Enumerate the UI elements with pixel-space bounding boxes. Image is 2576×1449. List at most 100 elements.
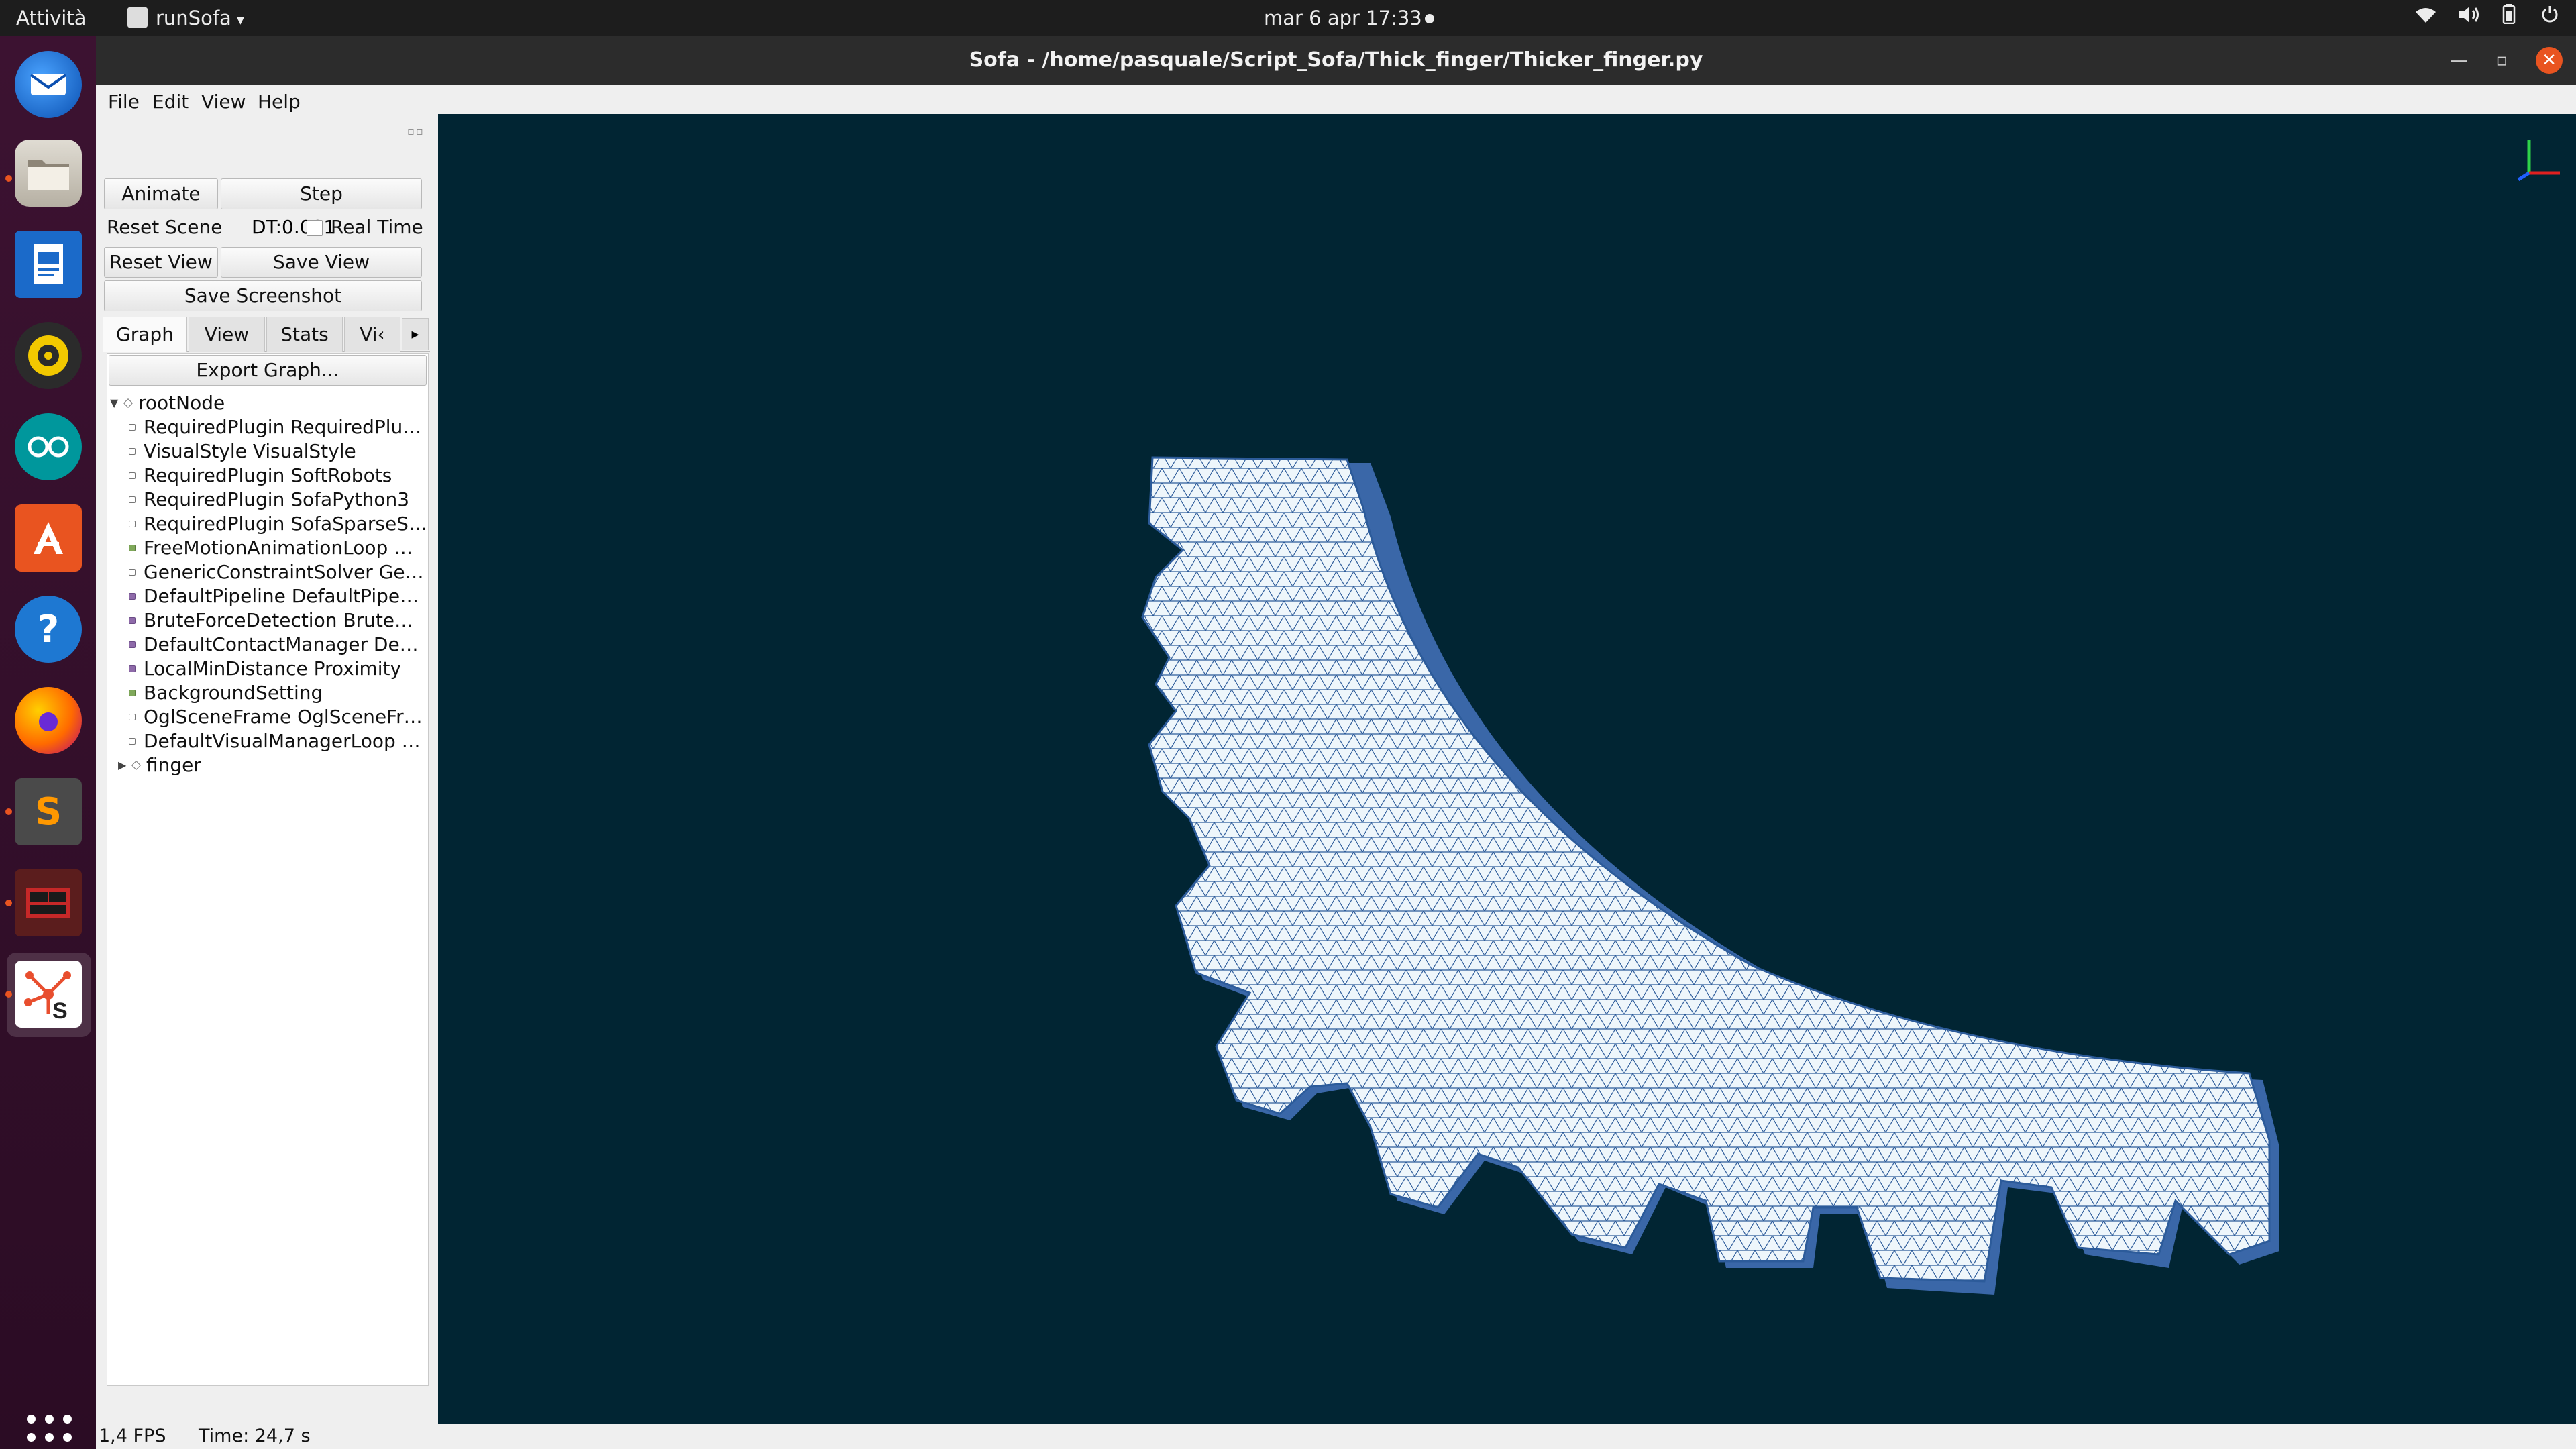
- tree-item[interactable]: BruteForceDetection Brute…: [107, 608, 428, 633]
- axis-gizmo-icon: [2517, 140, 2560, 181]
- tree-item-label: RequiredPlugin SofaPython3: [144, 488, 410, 511]
- tree-item[interactable]: RequiredPlugin RequiredPlu…: [107, 415, 428, 439]
- node-icon: [123, 398, 133, 409]
- show-applications-icon[interactable]: [27, 1415, 72, 1449]
- title-bar[interactable]: Sofa - /home/pasquale/Script_Sofa/Thick_…: [96, 36, 2576, 85]
- component-icon: [129, 714, 136, 720]
- notification-dot: [1425, 14, 1434, 23]
- save-screenshot-button[interactable]: Save Screenshot: [104, 280, 422, 311]
- node-icon: [131, 760, 142, 771]
- fps-readout: 1,4 FPS: [99, 1426, 166, 1446]
- top-bar: Attività runSofa ▾ mar 6 apr 17:33: [0, 0, 2576, 36]
- tree-item[interactable]: DefaultPipeline DefaultPipe…: [107, 584, 428, 608]
- tree-root-node[interactable]: ▼ rootNode: [107, 391, 428, 415]
- component-icon: [129, 448, 136, 455]
- tree-item-label: DefaultVisualManagerLoop …: [144, 730, 421, 752]
- tree-child-node[interactable]: ▶ finger: [107, 753, 428, 777]
- clock[interactable]: mar 6 apr 17:33: [1264, 0, 1422, 36]
- menu-view[interactable]: View: [201, 91, 246, 113]
- status-bar: 1,4 FPS Time: 24,7 s: [96, 1424, 2576, 1449]
- real-time-checkbox[interactable]: [307, 220, 323, 236]
- app-menu-label: runSofa: [156, 7, 231, 30]
- minimize-icon[interactable]: —: [2450, 36, 2467, 85]
- tree-item-label: RequiredPlugin RequiredPlu…: [144, 416, 422, 438]
- activities-button[interactable]: Attività: [16, 0, 87, 36]
- menu-edit[interactable]: Edit: [152, 91, 189, 113]
- window-title: Sofa - /home/pasquale/Script_Sofa/Thick_…: [969, 48, 1703, 72]
- tree-item-label: BruteForceDetection Brute…: [144, 609, 414, 631]
- tree-item[interactable]: RequiredPlugin SofaPython3: [107, 488, 428, 512]
- firefox-icon[interactable]: [15, 687, 82, 754]
- dock: ? S S: [0, 36, 96, 1449]
- tree-item[interactable]: LocalMinDistance Proximity: [107, 657, 428, 681]
- export-graph-button[interactable]: Export Graph...: [109, 355, 427, 386]
- component-icon: [129, 593, 136, 600]
- tree-item[interactable]: FreeMotionAnimationLoop …: [107, 536, 428, 560]
- tree-item[interactable]: VisualStyle VisualStyle: [107, 439, 428, 464]
- help-icon[interactable]: ?: [15, 596, 82, 663]
- power-menu-icon: [2540, 6, 2560, 29]
- component-icon: [129, 569, 136, 576]
- tree-item[interactable]: RequiredPlugin SofaSparseS…: [107, 512, 428, 536]
- app-menu[interactable]: runSofa ▾: [127, 0, 244, 36]
- maximize-icon[interactable]: ▫: [2496, 36, 2508, 85]
- tab-more[interactable]: Vi‹: [344, 317, 400, 352]
- sofa-window: Sofa - /home/pasquale/Script_Sofa/Thick_…: [96, 36, 2576, 1449]
- tree-item[interactable]: DefaultContactManager De…: [107, 633, 428, 657]
- 3d-viewport[interactable]: [438, 114, 2576, 1424]
- libreoffice-writer-icon[interactable]: [15, 231, 82, 298]
- running-indicator: [5, 900, 12, 906]
- tree-item[interactable]: RequiredPlugin SoftRobots: [107, 464, 428, 488]
- scene-graph-panel: Export Graph... ▼ rootNode RequiredPlugin …: [107, 353, 429, 1386]
- component-icon: [129, 617, 136, 624]
- sofa-icon[interactable]: S: [15, 961, 82, 1028]
- terminal-app-icon[interactable]: [15, 869, 82, 936]
- tree-item[interactable]: GenericConstraintSolver Ge…: [107, 560, 428, 584]
- real-time-label: Real Time: [331, 216, 423, 238]
- reset-scene-button[interactable]: Reset Scene: [107, 212, 222, 243]
- arduino-icon[interactable]: [15, 413, 82, 480]
- component-icon: [129, 690, 136, 696]
- component-icon: [129, 665, 136, 672]
- expand-arrow-icon[interactable]: ▼: [110, 391, 118, 415]
- svg-text:S: S: [52, 998, 68, 1021]
- tree-node-label: finger: [146, 754, 201, 776]
- tree-item[interactable]: OglSceneFrame OglSceneFr…: [107, 705, 428, 729]
- tab-scroll-right-icon[interactable]: ▸: [402, 318, 429, 350]
- ubuntu-software-icon[interactable]: [15, 504, 82, 572]
- animate-button[interactable]: Animate: [104, 178, 218, 209]
- tree-item-label: VisualStyle VisualStyle: [144, 440, 356, 462]
- rhythmbox-icon[interactable]: [15, 322, 82, 389]
- tree-item[interactable]: DefaultVisualManagerLoop …: [107, 729, 428, 753]
- running-indicator: [5, 991, 12, 998]
- collapsed-arrow-icon[interactable]: ▶: [118, 753, 126, 777]
- component-icon: [129, 545, 136, 551]
- tab-view[interactable]: View: [189, 317, 265, 352]
- wifi-icon: [2414, 7, 2443, 29]
- battery-icon: [2502, 4, 2525, 29]
- dock-float-icon[interactable]: ▫▫: [407, 125, 425, 138]
- component-icon: [129, 472, 136, 479]
- menu-help[interactable]: Help: [258, 91, 301, 113]
- thunderbird-icon[interactable]: [15, 51, 82, 118]
- dt-label: DT:: [252, 216, 282, 238]
- volume-icon: [2458, 7, 2487, 29]
- close-icon[interactable]: ✕: [2536, 47, 2563, 74]
- system-tray[interactable]: [2400, 0, 2560, 36]
- reset-view-button[interactable]: Reset View: [104, 247, 218, 278]
- files-icon[interactable]: [15, 140, 82, 207]
- tree-item-label: FreeMotionAnimationLoop …: [144, 537, 413, 559]
- sublime-text-icon[interactable]: S: [15, 778, 82, 845]
- tab-stats[interactable]: Stats: [266, 317, 343, 352]
- scene-graph-tree: ▼ rootNode RequiredPlugin RequiredPlu… Visu…: [107, 391, 428, 777]
- tree-node-label: rootNode: [138, 392, 225, 414]
- menu-file[interactable]: File: [108, 91, 140, 113]
- tree-item[interactable]: BackgroundSetting: [107, 681, 428, 705]
- tab-graph[interactable]: Graph: [103, 317, 187, 352]
- runsofa-app-icon: [127, 7, 148, 28]
- window-controls: — ▫ ✕: [2450, 36, 2563, 85]
- running-indicator: [5, 175, 12, 182]
- step-button[interactable]: Step: [221, 178, 422, 209]
- save-view-button[interactable]: Save View: [221, 247, 422, 278]
- panel-tabs: Graph View Stats Vi‹ ▸: [103, 317, 430, 352]
